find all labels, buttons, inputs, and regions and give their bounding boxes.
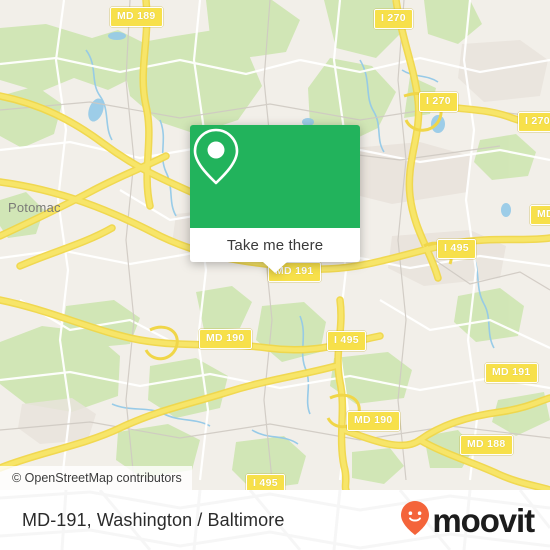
map-canvas[interactable]: Potomac MD 189 I 270 I 270 I 270 MD I 49… [0, 0, 550, 490]
road-shield-i-270-east[interactable]: I 270 [518, 112, 550, 132]
location-popup-card[interactable]: Take me there [190, 125, 360, 273]
map-attribution[interactable]: © OpenStreetMap contributors [0, 466, 192, 490]
road-shield-md-189[interactable]: MD 189 [110, 7, 163, 27]
moovit-wordmark: moovit [432, 501, 535, 539]
road-shield-md-191-east[interactable]: MD 191 [485, 363, 538, 383]
road-shield-i-270-north[interactable]: I 270 [374, 9, 413, 29]
road-shield-md-190-south[interactable]: MD 190 [347, 411, 400, 431]
road-shield-i-270-mid[interactable]: I 270 [419, 92, 458, 112]
place-label-potomac: Potomac [8, 200, 61, 215]
footer-bar: MD-191, Washington / Baltimore moovit [0, 490, 550, 550]
moovit-logo[interactable]: moovit [401, 490, 535, 550]
popup-header [190, 125, 360, 228]
moovit-smiley-pin-icon [401, 500, 430, 540]
road-shield-md-190-west[interactable]: MD 190 [199, 329, 252, 349]
popup-pointer [263, 262, 287, 273]
take-me-there-button[interactable]: Take me there [190, 228, 360, 262]
road-shield-i-495-east[interactable]: I 495 [437, 239, 476, 259]
road-shield-i-495-south[interactable]: I 495 [246, 474, 285, 490]
moovit-map-page: Potomac MD 189 I 270 I 270 I 270 MD I 49… [0, 0, 550, 550]
road-shield-md-edge[interactable]: MD [530, 205, 550, 225]
page-title: MD-191, Washington / Baltimore [22, 510, 285, 530]
road-shield-i-495-mid[interactable]: I 495 [327, 331, 366, 351]
road-shield-md-188[interactable]: MD 188 [460, 435, 513, 455]
